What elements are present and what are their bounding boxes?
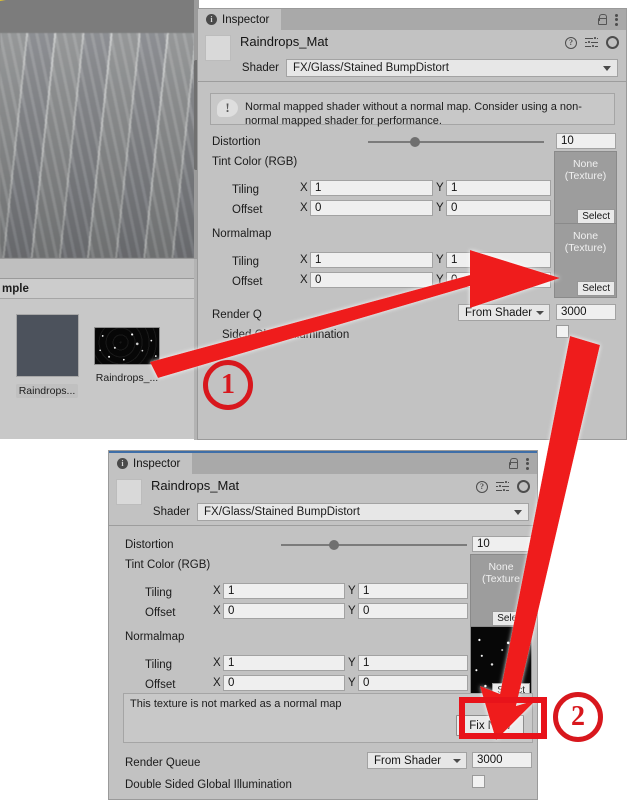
annotation-marker-two: 2	[553, 692, 603, 742]
screenshot-root: mple Raindrops... Raindrops_... i Inspec…	[0, 0, 627, 800]
annotation-arrow-one	[150, 250, 560, 378]
annotation-overlay	[150, 250, 600, 740]
annotation-marker-one: 1	[203, 360, 253, 410]
annotation-arrow-two	[480, 336, 600, 740]
